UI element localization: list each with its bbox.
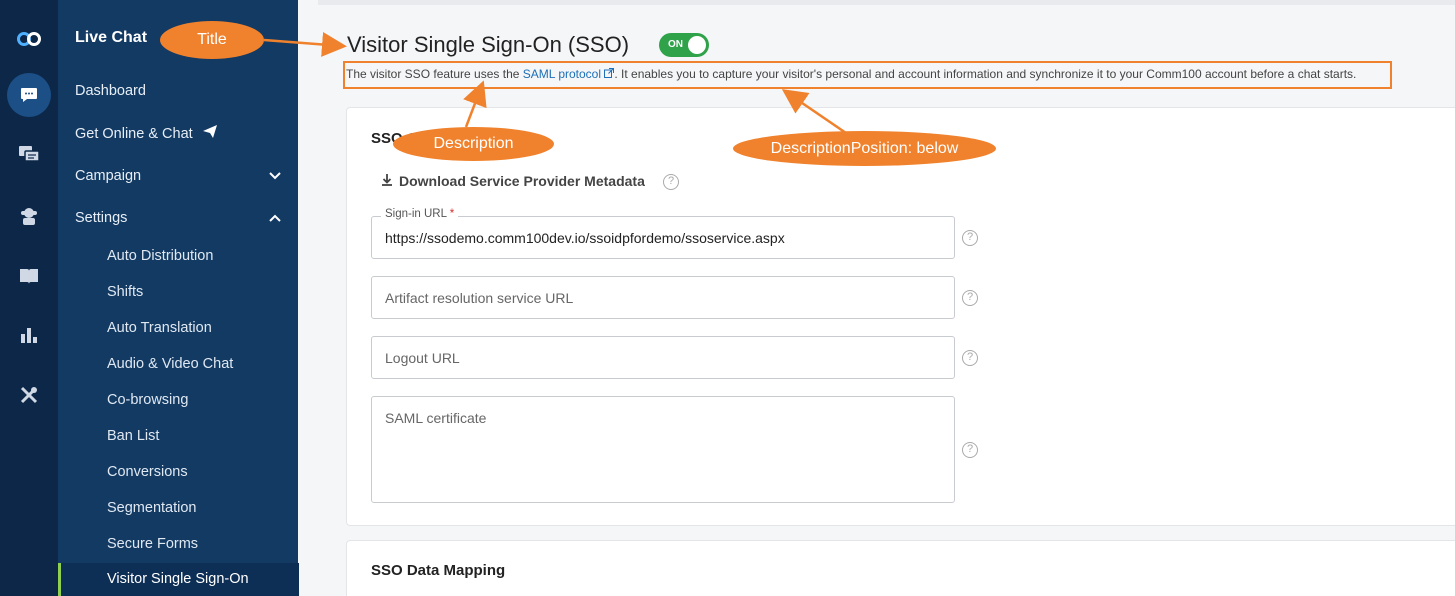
sidebar-subitem-secure-forms[interactable]: Secure Forms	[107, 536, 198, 552]
sidebar-subitem-segmentation[interactable]: Segmentation	[107, 500, 196, 516]
help-icon[interactable]: ?	[962, 442, 978, 458]
sidebar-item-label: Get Online & Chat	[75, 125, 193, 142]
icon-rail	[0, 0, 57, 596]
sidebar-nav: Live Chat Dashboard Get Online & Chat Ca…	[57, 0, 299, 596]
chevron-up-icon	[269, 210, 281, 226]
knowledge-book-icon[interactable]	[0, 254, 57, 298]
download-icon	[381, 173, 393, 189]
sidebar-subitem-ban-list[interactable]: Ban List	[107, 428, 159, 444]
help-icon[interactable]: ?	[962, 290, 978, 306]
logo-icon[interactable]	[0, 17, 57, 61]
sidebar-subitem-auto-translation[interactable]: Auto Translation	[107, 320, 212, 336]
help-icon[interactable]: ?	[962, 230, 978, 246]
sso-data-mapping-card: SSO Data Mapping	[346, 540, 1455, 596]
sso-config-card: SSO C Download Service Provider Metadata…	[346, 107, 1455, 526]
page-title: Visitor Single Sign-On (SSO)	[347, 32, 630, 57]
chat-icon[interactable]	[0, 73, 57, 117]
download-metadata-button[interactable]: Download Service Provider Metadata	[381, 173, 645, 189]
help-icon[interactable]: ?	[663, 174, 679, 190]
sidebar-subitem-audio-video-chat[interactable]: Audio & Video Chat	[107, 356, 233, 372]
signin-url-field[interactable]: Sign-in URL * https://ssodemo.comm100dev…	[371, 208, 955, 259]
annotation-description: Description	[393, 127, 554, 161]
annotation-description-position: DescriptionPosition: below	[733, 131, 996, 166]
sso-toggle[interactable]: ON	[659, 33, 709, 57]
logout-url-placeholder: Logout URL	[385, 350, 460, 366]
toggle-knob	[688, 36, 706, 54]
chevron-down-icon	[269, 168, 281, 184]
annotation-title: Title	[160, 21, 264, 59]
messages-icon[interactable]	[0, 132, 57, 176]
sidebar-subitem-conversions[interactable]: Conversions	[107, 464, 188, 480]
description-highlight-box	[343, 61, 1392, 89]
artifact-url-placeholder: Artifact resolution service URL	[385, 290, 574, 306]
download-label: Download Service Provider Metadata	[399, 173, 645, 189]
sidebar-subitem-auto-distribution[interactable]: Auto Distribution	[107, 248, 213, 264]
signin-url-label: Sign-in URL *	[381, 208, 459, 220]
agent-icon[interactable]	[0, 194, 57, 238]
saml-certificate-placeholder: SAML certificate	[385, 410, 487, 426]
signin-legend-text: Sign-in URL	[385, 208, 447, 220]
toggle-label: ON	[668, 39, 683, 50]
signin-url-value: https://ssodemo.comm100dev.io/ssoidpford…	[385, 230, 785, 246]
sidebar-item-settings[interactable]: Settings	[75, 210, 281, 226]
nav-title: Live Chat	[75, 29, 148, 46]
sidebar-subitem-shifts[interactable]: Shifts	[107, 284, 143, 300]
top-strip	[318, 0, 1455, 5]
logout-url-field[interactable]: Logout URL	[371, 336, 955, 379]
required-marker: *	[449, 208, 455, 220]
sidebar-item-label: Campaign	[75, 168, 142, 184]
reports-icon[interactable]	[0, 313, 57, 357]
sidebar-subitem-visitor-sso[interactable]: Visitor Single Sign-On	[58, 563, 299, 596]
saml-certificate-field[interactable]: SAML certificate	[371, 396, 955, 503]
card-title: SSO Data Mapping	[371, 562, 506, 579]
sidebar-item-dashboard[interactable]: Dashboard	[75, 83, 281, 99]
paper-plane-icon	[202, 125, 217, 142]
sidebar-item-label: Settings	[75, 210, 128, 226]
artifact-url-field[interactable]: Artifact resolution service URL	[371, 276, 955, 319]
sidebar-item-campaign[interactable]: Campaign	[75, 168, 281, 184]
help-icon[interactable]: ?	[962, 350, 978, 366]
sidebar-subitem-label: Visitor Single Sign-On	[107, 571, 249, 587]
tools-icon[interactable]	[0, 373, 57, 417]
sidebar-item-get-online[interactable]: Get Online & Chat	[75, 125, 281, 142]
sidebar-item-label: Dashboard	[75, 83, 146, 99]
sidebar-subitem-co-browsing[interactable]: Co-browsing	[107, 392, 188, 408]
main-content: Visitor Single Sign-On (SSO) ON The visi…	[298, 0, 1455, 596]
